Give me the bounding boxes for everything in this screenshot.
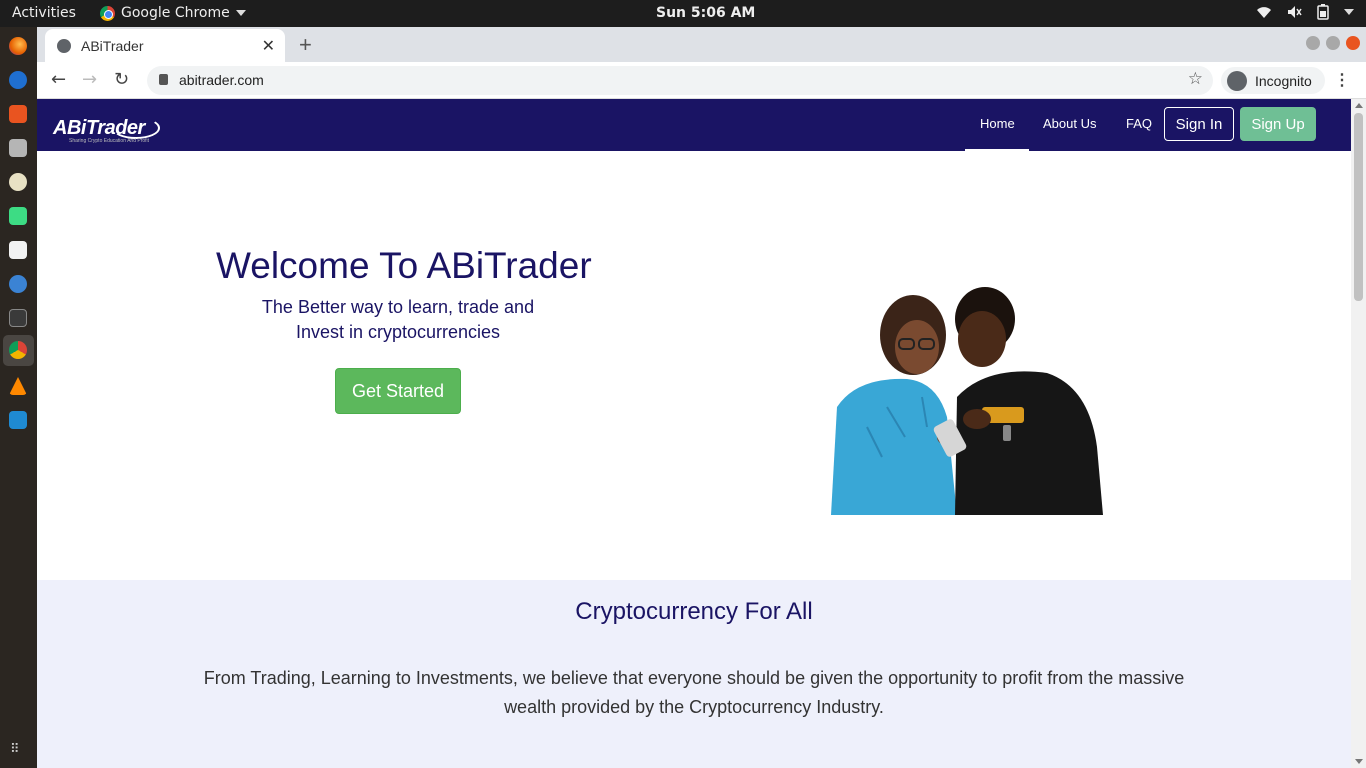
scroll-up-icon[interactable] (1355, 103, 1363, 108)
scroll-down-icon[interactable] (1355, 759, 1363, 764)
files-icon[interactable] (6, 136, 30, 160)
activities-button[interactable]: Activities (12, 5, 76, 21)
system-tray[interactable] (1256, 4, 1354, 20)
incognito-icon (1227, 70, 1247, 91)
close-icon[interactable]: ✕ (262, 36, 275, 56)
logo-tagline: Sharing Crypto Education And Profit (69, 138, 150, 144)
incognito-profile-button[interactable]: Incognito (1221, 67, 1325, 94)
hero-subtitle-line-1: The Better way to learn, trade and (261, 297, 535, 317)
reload-icon[interactable]: ↻ (114, 69, 129, 90)
android-studio-icon[interactable] (6, 204, 30, 228)
hero-subtitle-line-2: Invest in cryptocurrencies (295, 322, 501, 342)
chrome-dock-icon[interactable] (3, 335, 34, 366)
incognito-label: Incognito (1255, 72, 1312, 89)
nav-active-indicator (965, 149, 1029, 151)
bookmark-star-icon[interactable]: ☆ (1188, 69, 1203, 89)
tab-abitrader[interactable]: ABiTrader ✕ (45, 29, 285, 62)
page-scrollbar[interactable] (1351, 99, 1366, 768)
address-bar[interactable]: abitrader.com ☆ (147, 66, 1213, 95)
system-top-bar: Activities Google Chrome Sun 5:06 AM (0, 0, 1366, 27)
vscode-icon[interactable] (6, 408, 30, 432)
maximize-icon[interactable] (1326, 36, 1340, 50)
document-viewer-icon[interactable] (6, 238, 30, 262)
scrollbar-thumb[interactable] (1354, 113, 1363, 301)
section-title: Cryptocurrency For All (575, 598, 813, 625)
tab-title: ABiTrader (81, 37, 144, 54)
firefox-icon[interactable] (6, 34, 30, 58)
sign-in-button[interactable]: Sign In (1164, 107, 1234, 141)
lock-icon (159, 74, 168, 85)
volume-muted-icon (1288, 6, 1302, 18)
terminal-icon[interactable] (6, 306, 30, 330)
section-body: From Trading, Learning to Investments, w… (203, 668, 1185, 717)
crypto-for-all-section: Cryptocurrency For All From Trading, Lea… (37, 580, 1351, 768)
new-tab-icon[interactable]: + (299, 32, 312, 58)
forward-icon[interactable]: → (82, 69, 97, 90)
wifi-icon (1257, 7, 1271, 18)
vlc-icon[interactable] (6, 374, 30, 398)
nav-home[interactable]: Home (980, 116, 1015, 131)
system-menu-chevron-icon (1344, 9, 1354, 15)
window-controls (1306, 36, 1360, 50)
dock: ⠿ (0, 27, 37, 768)
get-started-button[interactable]: Get Started (335, 368, 461, 414)
hero-people-image (831, 287, 1103, 515)
grid-icon[interactable]: ⠿ (10, 742, 26, 758)
page-viewport: ABiTrader Sharing Crypto Education And P… (37, 99, 1351, 768)
battery-icon (1317, 4, 1329, 20)
kebab-menu-icon[interactable]: ⋮ (1334, 70, 1350, 90)
back-icon[interactable]: ← (51, 69, 66, 90)
site-navbar: ABiTrader Sharing Crypto Education And P… (37, 99, 1351, 151)
browser-toolbar: ← → ↻ abitrader.com ☆ Incognito ⋮ (37, 62, 1366, 99)
globe-icon (57, 38, 71, 53)
tab-strip: ABiTrader ✕ + (37, 27, 1366, 62)
clock[interactable]: Sun 5:06 AM (656, 5, 755, 21)
app-menu[interactable]: Google Chrome (100, 5, 246, 21)
hero-subtitle: The Better way to learn, trade and Inves… (237, 295, 559, 345)
logo-swoosh-icon (112, 117, 160, 139)
rhythmbox-icon[interactable] (6, 170, 30, 194)
help-icon[interactable] (6, 272, 30, 296)
url-text: abitrader.com (179, 72, 264, 88)
nav-faq[interactable]: FAQ (1126, 116, 1152, 131)
software-center-icon[interactable] (6, 102, 30, 126)
app-menu-label: Google Chrome (121, 5, 230, 21)
window-close-icon[interactable] (1346, 36, 1360, 50)
thunderbird-icon[interactable] (6, 68, 30, 92)
chrome-icon (100, 5, 115, 21)
chevron-down-icon (235, 10, 246, 16)
minimize-icon[interactable] (1306, 36, 1320, 50)
nav-about-us[interactable]: About Us (1043, 116, 1096, 131)
sign-up-button[interactable]: Sign Up (1240, 107, 1316, 141)
hero-title: Welcome To ABiTrader (216, 245, 592, 286)
